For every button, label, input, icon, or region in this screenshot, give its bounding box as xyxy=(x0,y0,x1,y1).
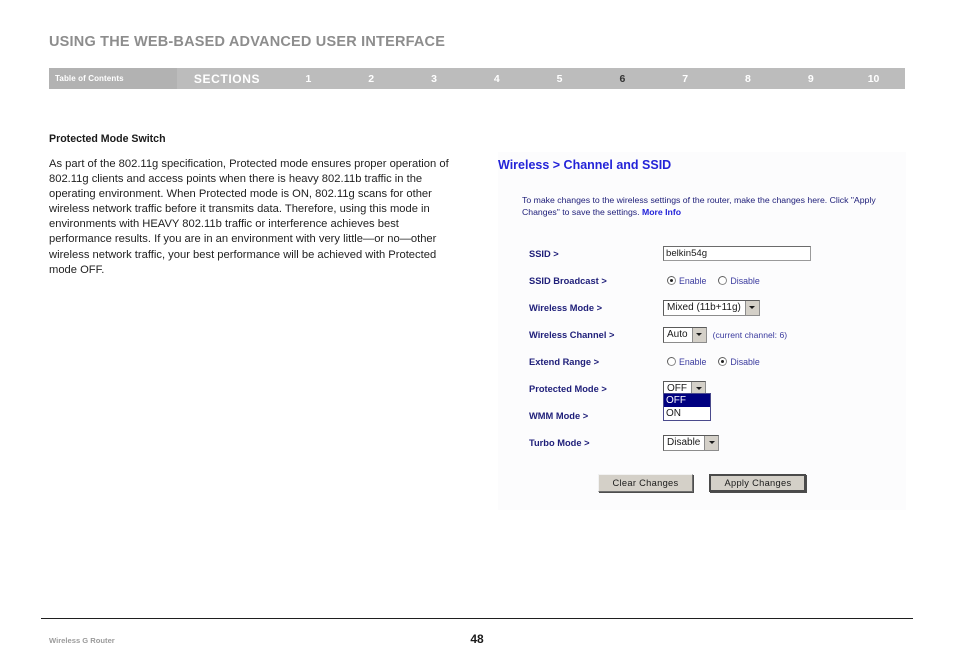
router-settings-form: SSID > SSID Broadcast > Enable Disable xyxy=(498,240,906,456)
ssid-control xyxy=(663,246,811,261)
article-paragraph: As part of the 802.11g specification, Pr… xyxy=(49,158,449,276)
section-link-6-active[interactable]: 6 xyxy=(591,73,654,85)
extend-range-control: Enable Disable xyxy=(663,357,760,367)
router-panel-heading: Wireless > Channel and SSID xyxy=(498,158,672,172)
article-subheading: Protected Mode Switch xyxy=(49,133,166,145)
wireless-mode-value: Mixed (11b+11g) xyxy=(667,302,741,313)
ssid-broadcast-radio-group: Enable Disable xyxy=(663,276,760,286)
ssid-broadcast-control: Enable Disable xyxy=(663,276,760,286)
extend-range-label: Extend Range > xyxy=(529,356,600,367)
chevron-down-icon[interactable] xyxy=(704,435,719,450)
protected-mode-label: Protected Mode > xyxy=(529,383,607,394)
section-link-4[interactable]: 4 xyxy=(465,73,528,85)
section-link-8[interactable]: 8 xyxy=(717,73,780,85)
extend-range-radio-group: Enable Disable xyxy=(663,357,760,367)
sections-label: SECTIONS xyxy=(193,71,261,86)
section-link-2[interactable]: 2 xyxy=(340,73,403,85)
router-description-text: To make changes to the wireless settings… xyxy=(522,195,876,217)
form-row-ssid: SSID > xyxy=(498,240,906,267)
apply-changes-button[interactable]: Apply Changes xyxy=(709,474,807,492)
section-link-5[interactable]: 5 xyxy=(528,73,591,85)
radio-checked-icon xyxy=(718,357,728,366)
section-link-10[interactable]: 10 xyxy=(842,73,905,85)
ssid-broadcast-enable-label: Enable xyxy=(679,275,707,286)
extend-range-enable-radio[interactable]: Enable xyxy=(667,357,706,367)
ssid-broadcast-enable-radio[interactable]: Enable xyxy=(667,276,706,286)
table-of-contents-label: Table of Contents xyxy=(55,74,124,83)
ssid-input[interactable] xyxy=(663,246,811,261)
wireless-channel-control: Auto (current channel: 6) xyxy=(663,326,788,343)
turbo-mode-value: Disable xyxy=(667,437,701,448)
ssid-broadcast-label: SSID Broadcast > xyxy=(529,275,607,286)
protected-mode-option-on[interactable]: ON xyxy=(664,407,710,420)
turbo-mode-label: Turbo Mode > xyxy=(529,437,590,448)
ssid-label: SSID > xyxy=(529,248,559,259)
form-row-ssid-broadcast: SSID Broadcast > Enable Disable xyxy=(498,267,906,294)
router-button-row: Clear Changes Apply Changes xyxy=(498,474,906,492)
wmm-mode-label: WMM Mode > xyxy=(529,410,589,421)
section-link-9[interactable]: 9 xyxy=(779,73,842,85)
wireless-channel-value: Auto xyxy=(667,329,688,340)
radio-unchecked-icon xyxy=(718,276,728,285)
form-row-wireless-mode: Wireless Mode > Mixed (11b+11g) xyxy=(498,294,906,321)
extend-range-disable-label: Disable xyxy=(730,356,760,367)
table-of-contents-link[interactable]: Table of Contents xyxy=(49,68,177,89)
turbo-mode-select[interactable]: Disable xyxy=(663,434,720,451)
more-info-link[interactable]: More Info xyxy=(642,207,681,217)
extend-range-enable-label: Enable xyxy=(679,356,707,367)
footer-page-number: 48 xyxy=(470,632,484,646)
wireless-mode-control: Mixed (11b+11g) xyxy=(663,299,760,316)
radio-unchecked-icon xyxy=(667,357,676,366)
chevron-down-icon[interactable] xyxy=(691,327,706,342)
wireless-mode-label: Wireless Mode > xyxy=(529,302,603,313)
radio-checked-icon xyxy=(667,276,676,285)
current-channel-note: (current channel: 6) xyxy=(712,329,788,340)
turbo-mode-control: Disable xyxy=(663,434,720,451)
section-link-7[interactable]: 7 xyxy=(654,73,717,85)
form-row-extend-range: Extend Range > Enable Disable xyxy=(498,348,906,375)
ssid-broadcast-disable-label: Disable xyxy=(730,275,760,286)
clear-changes-button[interactable]: Clear Changes xyxy=(597,474,694,492)
wireless-mode-select[interactable]: Mixed (11b+11g) xyxy=(663,299,760,316)
protected-mode-dropdown-list: OFF ON xyxy=(663,393,711,421)
form-row-wireless-channel: Wireless Channel > Auto (current channel… xyxy=(498,321,906,348)
chevron-down-icon[interactable] xyxy=(744,300,759,315)
section-nav-bar: Table of Contents SECTIONS 1 2 3 4 5 6 7… xyxy=(49,68,905,89)
section-link-3[interactable]: 3 xyxy=(403,73,466,85)
form-row-protected-mode: Protected Mode > OFF OFF ON xyxy=(498,375,906,421)
wireless-channel-label: Wireless Channel > xyxy=(529,329,615,340)
protected-mode-option-off[interactable]: OFF xyxy=(664,394,710,407)
section-link-1[interactable]: 1 xyxy=(277,73,340,85)
ssid-broadcast-disable-radio[interactable]: Disable xyxy=(718,275,760,286)
form-row-turbo-mode: Turbo Mode > Disable xyxy=(498,429,906,456)
router-panel-description: To make changes to the wireless settings… xyxy=(522,194,902,218)
page-title: USING THE WEB-BASED ADVANCED USER INTERF… xyxy=(49,34,446,50)
extend-range-disable-radio[interactable]: Disable xyxy=(718,356,760,367)
wireless-channel-select[interactable]: Auto xyxy=(663,326,707,343)
article-column: Protected Mode Switch As part of the 802… xyxy=(49,133,461,278)
router-admin-screenshot: Wireless > Channel and SSID To make chan… xyxy=(498,152,906,510)
footer-divider xyxy=(41,618,913,619)
